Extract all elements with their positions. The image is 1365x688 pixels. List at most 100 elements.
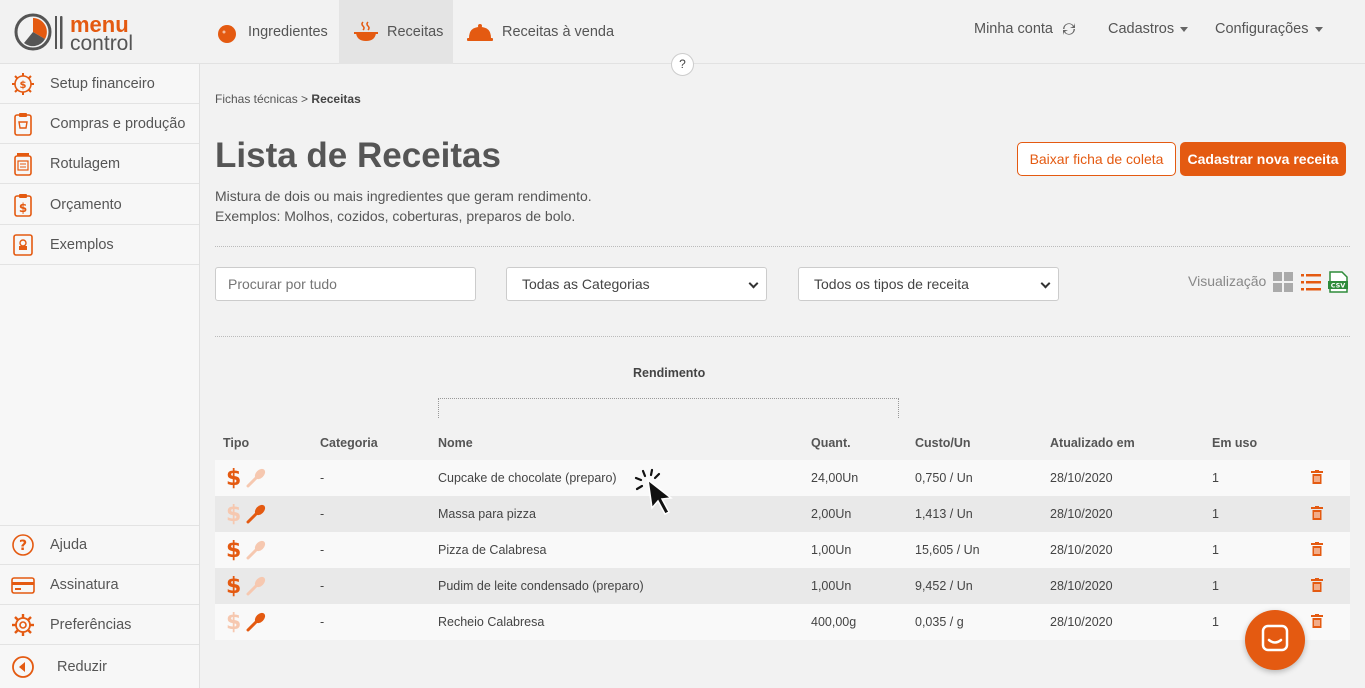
cadastros-dropdown[interactable]: Cadastros xyxy=(1108,0,1189,58)
sidebar-item-label: Orçamento xyxy=(50,196,122,213)
tomato-icon xyxy=(215,20,239,44)
table-row[interactable]: $ - Pudim de leite condensado (preparo) … xyxy=(215,568,1350,604)
whisk-icon xyxy=(245,460,267,496)
row-nome[interactable]: Cupcake de chocolate (preparo) xyxy=(438,460,617,496)
whisk-icon xyxy=(245,604,267,640)
list-view-icon[interactable] xyxy=(1300,271,1322,293)
category-select[interactable]: Todas as Categorias xyxy=(506,267,767,301)
row-nome[interactable]: Massa para pizza xyxy=(438,496,536,532)
row-custo: 9,452 / Un xyxy=(915,579,973,593)
svg-text:?: ? xyxy=(19,538,27,554)
sidebar-item-exemplos[interactable]: Exemplos xyxy=(0,225,199,265)
sidebar-item-label: Rotulagem xyxy=(50,155,121,172)
logo-text-bottom: control xyxy=(70,32,133,54)
column-header-nome[interactable]: Nome xyxy=(438,436,473,450)
column-header-custo[interactable]: Custo/Un xyxy=(915,436,971,450)
row-nome[interactable]: Pizza de Calabresa xyxy=(438,532,546,568)
row-categoria: - xyxy=(320,579,325,593)
click-cursor-icon xyxy=(634,468,684,523)
chat-widget-button[interactable] xyxy=(1245,610,1305,670)
nav-receitas-a-venda[interactable]: Receitas à venda xyxy=(467,0,614,64)
csv-export-icon[interactable]: CSV xyxy=(1327,271,1349,293)
row-nome[interactable]: Recheio Calabresa xyxy=(438,604,544,640)
help-button[interactable]: ? xyxy=(671,53,694,76)
add-recipe-button[interactable]: Cadastrar nova receita xyxy=(1180,142,1346,176)
sidebar-item-ajuda[interactable]: ? Ajuda xyxy=(0,525,199,565)
menucontrol-logo[interactable]: menu control xyxy=(14,12,154,55)
sidebar-item-label: Assinatura xyxy=(50,576,119,593)
trash-icon[interactable] xyxy=(1311,506,1323,525)
configuracoes-dropdown[interactable]: Configurações xyxy=(1215,0,1323,58)
sale-dollar-icon: $ xyxy=(226,609,242,635)
question-icon: ? xyxy=(11,533,35,557)
row-custo: 0,750 / Un xyxy=(915,471,973,485)
sidebar-item-label: Preferências xyxy=(50,616,132,633)
sale-dollar-icon: $ xyxy=(226,573,242,599)
row-quant: 400,00g xyxy=(811,615,857,629)
sidebar: $ Setup financeiro Compras e produção Ro… xyxy=(0,64,200,688)
sidebar-item-rotulagem[interactable]: Rotulagem xyxy=(0,144,199,184)
dollar-gear-icon: $ xyxy=(11,72,35,96)
sidebar-item-label: Reduzir xyxy=(57,658,107,675)
row-em-uso: 1 xyxy=(1212,579,1219,593)
table-row[interactable]: $ - Massa para pizza 2,00Un 1,413 / Un 2… xyxy=(215,496,1350,532)
sidebar-item-setup-financeiro[interactable]: $ Setup financeiro xyxy=(0,64,199,104)
trash-icon[interactable] xyxy=(1311,542,1323,561)
account-label: Minha conta xyxy=(974,21,1053,37)
sidebar-item-preferencias[interactable]: Preferências xyxy=(0,605,199,645)
divider xyxy=(215,336,1350,337)
description-line: Exemplos: Molhos, cozidos, coberturas, p… xyxy=(215,208,576,224)
table-row[interactable]: $ - Recheio Calabresa 400,00g 0,035 / g … xyxy=(215,604,1350,640)
recipe-type-select-value: Todos os tipos de receita xyxy=(814,276,969,292)
description-line: Mistura de dois ou mais ingredientes que… xyxy=(215,188,592,204)
search-input[interactable] xyxy=(215,267,476,301)
chevron-down-icon xyxy=(1180,26,1189,32)
collapse-left-icon xyxy=(11,655,35,679)
view-mode-label: Visualização xyxy=(1188,273,1267,289)
rendimento-group-label: Rendimento xyxy=(633,366,706,380)
table-row[interactable]: $ - Cupcake de chocolate (preparo) 24,00… xyxy=(215,460,1350,496)
breadcrumb-parent[interactable]: Fichas técnicas xyxy=(215,92,298,106)
sidebar-item-reduzir[interactable]: Reduzir xyxy=(0,645,199,688)
column-header-tipo[interactable]: Tipo xyxy=(223,436,249,450)
whisk-icon xyxy=(245,532,267,568)
sale-dollar-icon: $ xyxy=(226,465,242,491)
nav-ingredientes[interactable]: Ingredientes xyxy=(215,0,328,64)
trash-icon[interactable] xyxy=(1311,578,1323,597)
gear-icon xyxy=(11,613,35,637)
page-title: Lista de Receitas xyxy=(215,136,501,175)
sync-icon xyxy=(1061,21,1077,37)
breadcrumb-separator: > xyxy=(301,92,309,106)
serving-cloche-icon xyxy=(467,20,493,44)
download-collection-sheet-button[interactable]: Baixar ficha de coleta xyxy=(1017,142,1176,176)
cooking-pot-icon xyxy=(354,20,378,44)
row-atualizado: 28/10/2020 xyxy=(1050,507,1113,521)
row-em-uso: 1 xyxy=(1212,471,1219,485)
grid-view-icon[interactable] xyxy=(1272,271,1294,293)
chevron-down-icon xyxy=(748,278,759,289)
breadcrumb: Fichas técnicas > Receitas xyxy=(215,92,361,106)
page-description: Mistura de dois ou mais ingredientes que… xyxy=(215,186,592,226)
row-nome[interactable]: Pudim de leite condensado (preparo) xyxy=(438,568,644,604)
column-header-categoria[interactable]: Categoria xyxy=(320,436,378,450)
table-row[interactable]: $ - Pizza de Calabresa 1,00Un 15,605 / U… xyxy=(215,532,1350,568)
row-em-uso: 1 xyxy=(1212,507,1219,521)
trash-icon[interactable] xyxy=(1311,470,1323,489)
sidebar-item-orcamento[interactable]: $ Orçamento xyxy=(0,185,199,225)
svg-text:$: $ xyxy=(19,201,27,215)
recipe-type-select[interactable]: Todos os tipos de receita xyxy=(798,267,1059,301)
row-atualizado: 28/10/2020 xyxy=(1050,471,1113,485)
sidebar-item-compras[interactable]: Compras e produção xyxy=(0,104,199,144)
column-header-quant[interactable]: Quant. xyxy=(811,436,851,450)
account-menu[interactable]: Minha conta xyxy=(974,0,1077,58)
column-header-atualizado[interactable]: Atualizado em xyxy=(1050,436,1135,450)
sidebar-item-assinatura[interactable]: Assinatura xyxy=(0,565,199,605)
row-categoria: - xyxy=(320,471,325,485)
trash-icon[interactable] xyxy=(1311,614,1323,633)
row-custo: 1,413 / Un xyxy=(915,507,973,521)
sale-dollar-icon: $ xyxy=(226,537,242,563)
chat-icon xyxy=(1260,623,1290,658)
nav-receitas[interactable]: Receitas xyxy=(339,0,453,64)
column-header-em-uso[interactable]: Em uso xyxy=(1212,436,1257,450)
row-categoria: - xyxy=(320,615,325,629)
